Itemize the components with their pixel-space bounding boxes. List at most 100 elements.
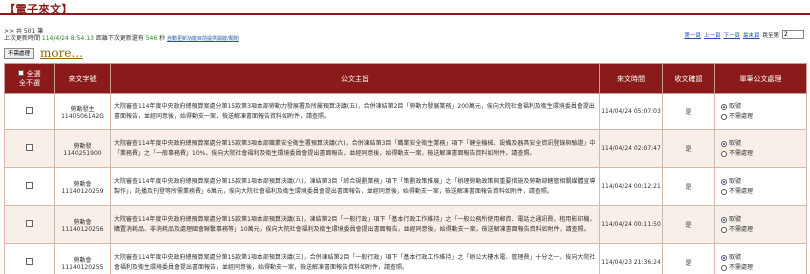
row-select-cell bbox=[4, 243, 55, 274]
doc-number: 11140120259 bbox=[61, 187, 104, 195]
radio-take[interactable] bbox=[721, 178, 727, 185]
action-cell: 取號 不需處理 bbox=[714, 129, 807, 168]
radio-take[interactable] bbox=[721, 254, 727, 261]
action-cell: 取號 不需處理 bbox=[714, 167, 807, 206]
more-link[interactable]: more... bbox=[40, 46, 83, 60]
row-select-cell bbox=[4, 167, 55, 206]
document-table: 全選 全不選 來文字號 公文主旨 來文時間 收文確認 單筆公文處理 勞動發主 11… bbox=[4, 63, 807, 274]
next-page-link[interactable]: 下一頁 bbox=[723, 31, 740, 39]
row-checkbox[interactable] bbox=[26, 144, 33, 151]
auto-refresh-link[interactable]: 自動更新功能目前提供開啟/關閉 bbox=[167, 36, 239, 42]
radio-skip[interactable] bbox=[721, 113, 727, 120]
no-process-option[interactable]: 不需處理 bbox=[715, 187, 806, 197]
receipt-cell: 是 bbox=[662, 129, 715, 168]
take-number-option[interactable]: 取號 bbox=[715, 253, 806, 263]
doc-number: 1140251900 bbox=[63, 149, 102, 157]
last-page-link[interactable]: 最末頁 bbox=[743, 31, 760, 39]
doc-unit: 勞動發主 bbox=[70, 105, 95, 113]
page-number-input[interactable] bbox=[782, 30, 804, 39]
subject-cell[interactable]: 大院審查114年度中央政府總預算案處分第15款第1項本部預算決議(五)，凍結第2… bbox=[110, 205, 600, 244]
no-process-option[interactable]: 不需處理 bbox=[715, 149, 806, 159]
skip-label: 不需處理 bbox=[729, 263, 754, 271]
doc-unit: 勞動會 bbox=[73, 218, 92, 226]
select-all-checkbox[interactable] bbox=[18, 69, 25, 76]
row-select-cell bbox=[4, 129, 55, 168]
time-cell: 114/04/24 02:07:47 bbox=[599, 129, 663, 168]
action-cell: 取號 不需處理 bbox=[714, 205, 807, 244]
row-select-cell bbox=[4, 93, 55, 130]
doc-number: 11140120256 bbox=[61, 225, 104, 233]
skip-label: 不需處理 bbox=[729, 112, 754, 120]
take-number-option[interactable]: 取號 bbox=[715, 102, 806, 112]
update-prefix: 上次更新時間 bbox=[4, 35, 42, 42]
time-header: 來文時間 bbox=[599, 63, 663, 94]
prev-page-link[interactable]: 上一頁 bbox=[704, 31, 721, 39]
no-process-option[interactable]: 不需處理 bbox=[715, 263, 806, 273]
no-process-button[interactable]: 不需處理 bbox=[4, 47, 35, 59]
doc-no-cell: 勞動會 11140120255 bbox=[54, 243, 111, 274]
table-row: 勞動發主 1140506142G 大院審查114年度中央政府總預算案處分第15款第… bbox=[4, 93, 807, 130]
receipt-cell: 是 bbox=[662, 243, 715, 274]
select-all-label[interactable]: 全選 bbox=[27, 70, 41, 78]
first-page-link[interactable]: 第一頁 bbox=[684, 31, 701, 39]
pagination: 第一頁 上一頁 下一頁 最末頁 跳至第 bbox=[684, 30, 804, 39]
update-status: 上次更新時間 114/4/24 8:54:13 距離下次更新還有 546 秒 自… bbox=[4, 33, 239, 42]
doc-unit: 勞動發 bbox=[73, 142, 92, 150]
row-checkbox[interactable] bbox=[26, 107, 33, 114]
take-label: 取號 bbox=[729, 253, 742, 261]
doc-number: 1140506142G bbox=[61, 112, 104, 120]
radio-take[interactable] bbox=[721, 140, 727, 147]
radio-skip[interactable] bbox=[721, 150, 727, 157]
subject-cell[interactable]: 大院審查114年度中央政府總預算案處分第15款第3項本部職業安全衛生署預算決議(… bbox=[110, 129, 600, 168]
countdown-suffix: 秒 bbox=[157, 35, 168, 42]
take-number-option[interactable]: 取號 bbox=[715, 215, 806, 225]
goto-label: 跳至第 bbox=[762, 32, 779, 39]
time-cell: 114/04/24 00:12:21 bbox=[599, 167, 663, 206]
receipt-cell: 是 bbox=[662, 167, 715, 206]
doc-unit: 勞動會 bbox=[73, 256, 92, 264]
skip-label: 不需處理 bbox=[729, 187, 754, 195]
take-label: 取號 bbox=[729, 215, 742, 223]
table-header-row: 全選 全不選 來文字號 公文主旨 來文時間 收文確認 單筆公文處理 bbox=[4, 63, 807, 94]
row-checkbox[interactable] bbox=[26, 220, 33, 227]
doc-number: 11140120255 bbox=[61, 263, 104, 271]
action-header: 單筆公文處理 bbox=[714, 63, 807, 94]
no-process-option[interactable]: 不需處理 bbox=[715, 225, 806, 235]
subject-header: 公文主旨 bbox=[110, 63, 600, 94]
table-row: 勞動會 11140120259 大院審查114年度中央政府總預算案處分第15款第1… bbox=[4, 167, 807, 206]
receipt-cell: 是 bbox=[662, 93, 715, 130]
take-label: 取號 bbox=[729, 177, 742, 185]
table-row: 勞動會 11140120255 大院審查114年度中央政府總預算案處分第15款第1… bbox=[4, 243, 807, 274]
radio-skip[interactable] bbox=[721, 226, 727, 233]
subject-cell[interactable]: 大院審查114年度中央政府總預算案處分第15款第1項本部預算決議(八)，凍結第3… bbox=[110, 167, 600, 206]
row-select-cell bbox=[4, 205, 55, 244]
update-time: 114/4/24 8:54:13 bbox=[41, 35, 94, 42]
row-checkbox[interactable] bbox=[26, 182, 33, 189]
take-label: 取號 bbox=[729, 139, 742, 147]
radio-take[interactable] bbox=[721, 103, 727, 110]
doc-no-cell: 勞動會 11140120256 bbox=[54, 205, 111, 244]
time-cell: 114/04/24 05:07:03 bbox=[599, 93, 663, 130]
row-checkbox[interactable] bbox=[26, 258, 33, 265]
doc-no-cell: 勞動會 11140120259 bbox=[54, 167, 111, 206]
radio-take[interactable] bbox=[721, 216, 727, 223]
time-cell: 114/04/23 21:36:24 bbox=[599, 243, 663, 274]
radio-skip[interactable] bbox=[721, 264, 727, 271]
doc-no-cell: 勞動發 1140251900 bbox=[54, 129, 111, 168]
skip-label: 不需處理 bbox=[729, 149, 754, 157]
subject-cell[interactable]: 大院審查114年度中央政府總預算案處分第15款第3項本部勞動力發展署及所屬預算決… bbox=[110, 93, 600, 130]
receipt-cell: 是 bbox=[662, 205, 715, 244]
deselect-all-label[interactable]: 全不選 bbox=[5, 79, 54, 88]
subject-cell[interactable]: 大院審查114年度中央政府總預算案處分第15款第1項本部預算決議(三)，合併凍結… bbox=[110, 243, 600, 274]
take-number-option[interactable]: 取號 bbox=[715, 177, 806, 187]
action-cell: 取號 不需處理 bbox=[714, 93, 807, 130]
take-number-option[interactable]: 取號 bbox=[715, 139, 806, 149]
doc-no-header: 來文字號 bbox=[54, 63, 111, 94]
radio-skip[interactable] bbox=[721, 188, 727, 195]
no-process-option[interactable]: 不需處理 bbox=[715, 112, 806, 122]
select-all-header: 全選 全不選 bbox=[4, 63, 55, 94]
action-cell: 取號 不需處理 bbox=[714, 243, 807, 274]
time-cell: 114/04/24 00:11:50 bbox=[599, 205, 663, 244]
action-row: 不需處理 more... bbox=[4, 46, 83, 60]
title-divider bbox=[0, 13, 810, 15]
